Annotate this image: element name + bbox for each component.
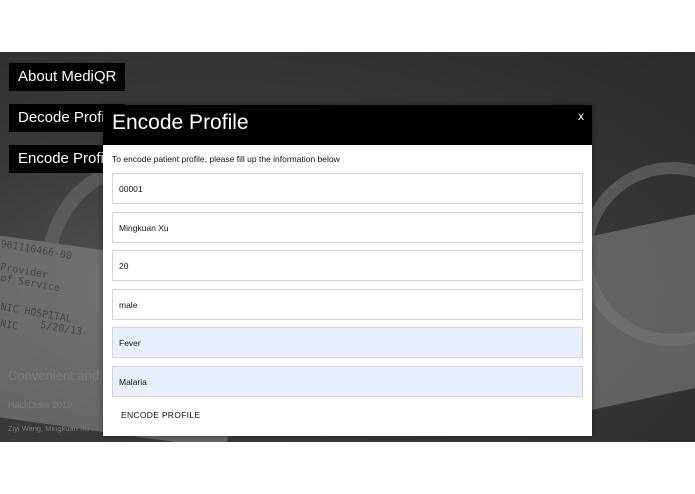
patient-symptom-input[interactable] bbox=[112, 327, 583, 358]
patient-name-input[interactable] bbox=[112, 212, 583, 243]
hero-event: HackDuke 2019 bbox=[8, 400, 73, 410]
close-icon[interactable]: x bbox=[578, 109, 584, 123]
hero-authors: Ziyi Wang, Mingkuan Xu bbox=[8, 424, 90, 433]
hero-tagline: Convenient and bbox=[8, 368, 100, 383]
encode-profile-modal: Encode Profile x To encode patient profi… bbox=[103, 105, 592, 436]
patient-id-input[interactable] bbox=[112, 173, 583, 204]
encode-profile-submit-button[interactable]: ENCODE PROFILE bbox=[112, 406, 209, 424]
patient-age-input[interactable] bbox=[112, 250, 583, 281]
about-mediqr-button[interactable]: About MediQR bbox=[9, 63, 126, 91]
modal-instructions: To encode patient profile, please fill u… bbox=[112, 154, 340, 164]
patient-diagnosis-input[interactable] bbox=[112, 366, 583, 397]
modal-header: Encode Profile x bbox=[103, 105, 592, 145]
patient-gender-input[interactable] bbox=[112, 289, 583, 320]
modal-title: Encode Profile bbox=[112, 111, 249, 134]
